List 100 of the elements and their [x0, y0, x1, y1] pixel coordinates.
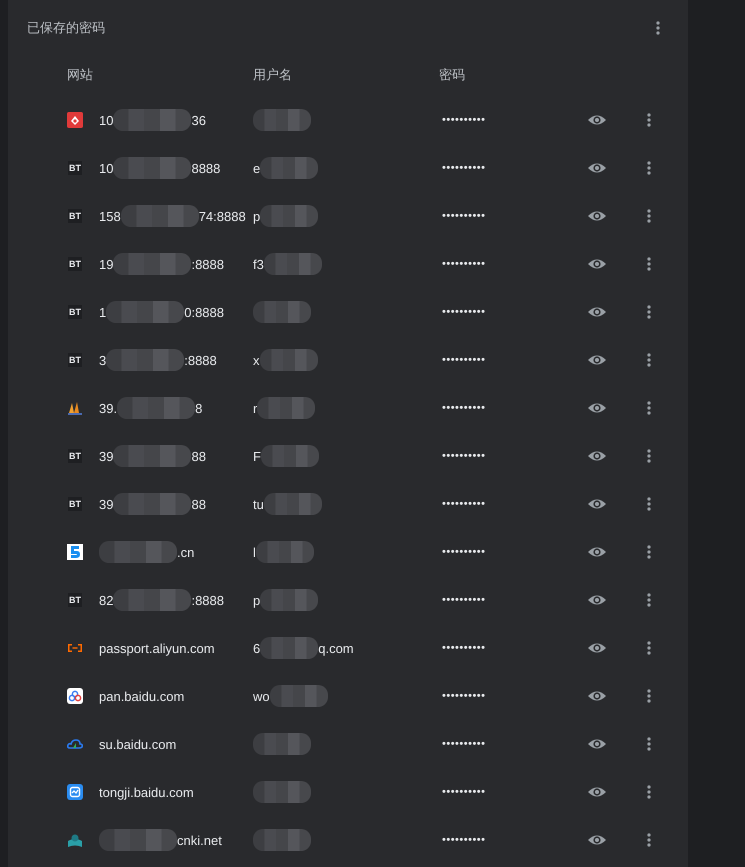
text-fragment: x	[253, 352, 260, 368]
more-icon	[647, 305, 651, 319]
eye-icon	[587, 593, 607, 607]
redaction-mosaic	[260, 445, 319, 467]
text-fragment: l	[253, 544, 256, 560]
eye-icon	[587, 401, 607, 415]
password-dots: ••••••••••	[442, 594, 487, 606]
eye-icon	[587, 497, 607, 511]
more-icon	[647, 641, 651, 655]
more-icon	[647, 257, 651, 271]
redaction-mosaic	[260, 589, 318, 611]
text-fragment: su.baidu.com	[99, 736, 176, 752]
redaction-mosaic	[253, 301, 311, 323]
eye-icon	[587, 689, 607, 703]
redaction-mosaic	[260, 637, 318, 659]
eye-icon	[587, 641, 607, 655]
text-fragment: 10	[99, 112, 114, 128]
text-fragment: 8888	[191, 160, 220, 176]
redaction-mosaic	[253, 733, 311, 755]
text-fragment: tu	[253, 496, 264, 512]
text-fragment: 158	[99, 208, 121, 224]
more-icon	[647, 113, 651, 127]
password-dots: ••••••••••	[442, 786, 487, 798]
text-fragment: tongji.baidu.com	[99, 784, 194, 800]
redaction-mosaic	[257, 397, 316, 419]
text-fragment: wo	[253, 688, 270, 704]
eye-icon	[587, 785, 607, 799]
site-badge: BT	[68, 497, 82, 511]
text-fragment: :8888	[184, 352, 217, 368]
password-dots: ••••••••••	[442, 258, 487, 270]
text-fragment: passport.aliyun.com	[99, 640, 215, 656]
site-badge: BT	[68, 305, 82, 319]
text-fragment: f3	[253, 256, 264, 272]
redaction-mosaic	[260, 349, 318, 371]
column-header: 密码	[439, 66, 465, 84]
more-icon	[647, 209, 651, 223]
password-dots: ••••••••••	[442, 210, 487, 222]
text-fragment: 82	[99, 592, 114, 608]
text-fragment: 6	[253, 640, 260, 656]
text-fragment: :8888	[191, 592, 224, 608]
eye-icon	[587, 353, 607, 367]
text-fragment: 39.	[99, 400, 118, 416]
site-badge: BT	[68, 449, 82, 463]
column-header: 网站	[67, 66, 94, 84]
redaction-mosaic	[264, 493, 322, 515]
text-fragment: 0:8888	[184, 304, 224, 320]
cloud-rings-icon	[67, 688, 83, 704]
more-icon	[647, 689, 651, 703]
text-fragment: pan.baidu.com	[99, 688, 184, 704]
redaction-mosaic	[260, 205, 318, 227]
site-badge: BT	[68, 209, 82, 223]
more-icon	[647, 737, 651, 751]
text-fragment: 1	[99, 304, 106, 320]
text-fragment: 74:8888	[198, 208, 246, 224]
text-fragment: cnki.net	[177, 832, 222, 848]
password-dots: ••••••••••	[442, 162, 487, 174]
text-fragment: 88	[191, 496, 206, 512]
password-dots: ••••••••••	[442, 306, 487, 318]
password-dots: ••••••••••	[442, 834, 487, 846]
redaction-mosaic	[253, 829, 311, 851]
text-fragment: 3	[99, 352, 106, 368]
eye-icon	[587, 545, 607, 559]
text-fragment: 19	[99, 256, 114, 272]
text-fragment: q.com	[318, 640, 354, 656]
more-icon	[647, 497, 651, 511]
password-dots: ••••••••••	[442, 114, 487, 126]
sail-icon	[67, 400, 83, 416]
password-dots: ••••••••••	[442, 402, 487, 414]
more-icon	[656, 21, 660, 35]
password-dots: ••••••••••	[442, 546, 487, 558]
more-icon	[647, 353, 651, 367]
site-badge: BT	[68, 353, 82, 367]
password-dots: ••••••••••	[442, 450, 487, 462]
text-fragment: 36	[191, 112, 206, 128]
text-fragment: p	[253, 208, 260, 224]
more-icon	[647, 449, 651, 463]
text-fragment: p	[253, 592, 260, 608]
site-badge: BT	[68, 161, 82, 175]
eye-icon	[587, 737, 607, 751]
section-title: 已保存的密码	[27, 19, 105, 37]
more-icon	[647, 545, 651, 559]
chart-icon	[67, 784, 83, 800]
redaction-mosaic	[270, 685, 328, 707]
text-fragment: e	[253, 160, 260, 176]
text-fragment: :8888	[191, 256, 224, 272]
more-icon	[647, 593, 651, 607]
redaction-mosaic	[253, 109, 311, 131]
eye-icon	[587, 449, 607, 463]
text-fragment: 8	[195, 400, 202, 416]
text-fragment: .cn	[177, 544, 194, 560]
redaction-mosaic	[256, 541, 314, 563]
password-dots: ••••••••••	[442, 642, 487, 654]
eye-icon	[587, 305, 607, 319]
more-icon	[647, 833, 651, 847]
text-fragment: 10	[99, 160, 114, 176]
password-dots: ••••••••••	[442, 738, 487, 750]
text-fragment: 39	[99, 496, 114, 512]
text-fragment: F	[253, 448, 261, 464]
text-fragment: 39	[99, 448, 114, 464]
cloud-icon	[67, 736, 83, 752]
